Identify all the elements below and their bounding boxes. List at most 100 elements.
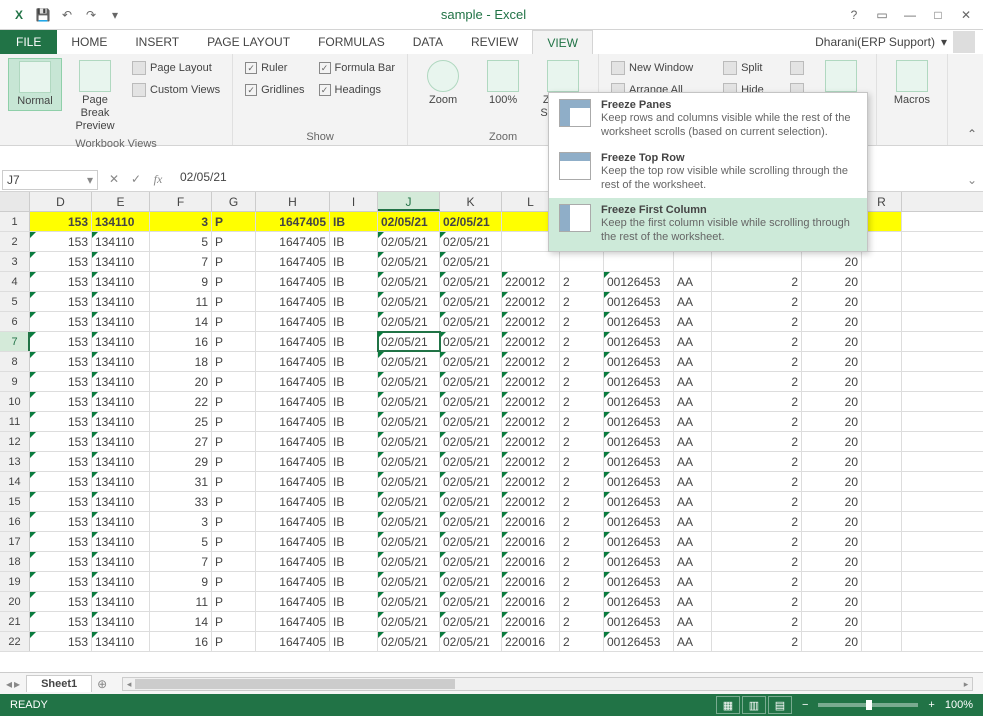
cell[interactable]: 9 (150, 272, 212, 291)
row-header[interactable]: 12 (0, 432, 30, 451)
cell[interactable]: 1647405 (256, 292, 330, 311)
freeze-top-row-option[interactable]: Freeze Top RowKeep the top row visible w… (549, 146, 867, 199)
cell[interactable]: IB (330, 632, 378, 651)
cell[interactable]: 1647405 (256, 232, 330, 251)
row-header[interactable]: 20 (0, 592, 30, 611)
cell[interactable]: 134110 (92, 412, 150, 431)
cell[interactable]: 2 (560, 492, 604, 511)
row-header[interactable]: 4 (0, 272, 30, 291)
cell[interactable]: 11 (150, 592, 212, 611)
cell[interactable]: P (212, 452, 256, 471)
cell[interactable]: 1647405 (256, 552, 330, 571)
cell[interactable]: 153 (30, 612, 92, 631)
cell[interactable]: P (212, 292, 256, 311)
page-break-button[interactable]: Page Break Preview (68, 58, 122, 136)
cell[interactable]: 1647405 (256, 632, 330, 651)
cell[interactable]: 20 (802, 332, 862, 351)
row-header[interactable]: 9 (0, 372, 30, 391)
cell[interactable]: 2 (560, 592, 604, 611)
cell[interactable]: 220016 (502, 592, 560, 611)
cell[interactable]: 134110 (92, 372, 150, 391)
cell[interactable]: P (212, 492, 256, 511)
cell[interactable]: 1647405 (256, 492, 330, 511)
custom-views-button[interactable]: Custom Views (128, 80, 224, 100)
cell[interactable]: P (212, 472, 256, 491)
zoom-button[interactable]: Zoom (416, 58, 470, 109)
cell[interactable]: 20 (802, 252, 862, 271)
name-box-dropdown-icon[interactable]: ▾ (87, 173, 93, 187)
user-name[interactable]: Dharani(ERP Support) (815, 35, 935, 49)
cell[interactable]: 20 (802, 612, 862, 631)
cell[interactable]: 1647405 (256, 432, 330, 451)
cell[interactable] (674, 252, 712, 271)
cell[interactable] (862, 432, 902, 451)
cell[interactable]: 02/05/21 (378, 412, 440, 431)
excel-icon[interactable]: X (8, 4, 30, 26)
cell[interactable]: 20 (802, 532, 862, 551)
cell[interactable]: 00126453 (604, 272, 674, 291)
cell[interactable]: P (212, 532, 256, 551)
cell[interactable]: 00126453 (604, 512, 674, 531)
cell[interactable]: 2 (712, 412, 802, 431)
formula-expand-icon[interactable]: ⌄ (961, 173, 983, 187)
cell[interactable]: IB (330, 592, 378, 611)
cell[interactable] (862, 312, 902, 331)
cell[interactable]: 02/05/21 (440, 532, 502, 551)
cell[interactable]: IB (330, 272, 378, 291)
cell[interactable] (502, 252, 560, 271)
cell[interactable]: 33 (150, 492, 212, 511)
cell[interactable]: AA (674, 512, 712, 531)
cell[interactable]: 2 (560, 352, 604, 371)
cell[interactable]: 134110 (92, 532, 150, 551)
cell[interactable]: 2 (712, 472, 802, 491)
cell[interactable]: AA (674, 412, 712, 431)
row-header[interactable]: 1 (0, 212, 30, 231)
cell[interactable]: P (212, 272, 256, 291)
cell[interactable]: 02/05/21 (378, 372, 440, 391)
cell[interactable]: 02/05/21 (440, 612, 502, 631)
cell[interactable]: 00126453 (604, 452, 674, 471)
cell[interactable]: 20 (802, 292, 862, 311)
cell[interactable]: 18 (150, 352, 212, 371)
cell[interactable]: 00126453 (604, 572, 674, 591)
save-icon[interactable]: 💾 (32, 4, 54, 26)
cell[interactable] (862, 212, 902, 231)
cell[interactable]: 27 (150, 432, 212, 451)
horizontal-scrollbar[interactable]: ◂ ▸ (122, 677, 973, 691)
tab-file[interactable]: FILE (0, 30, 57, 54)
cell[interactable]: 134110 (92, 592, 150, 611)
cell[interactable]: 1647405 (256, 372, 330, 391)
cell[interactable]: 5 (150, 232, 212, 251)
cell[interactable]: AA (674, 492, 712, 511)
row-header[interactable]: 7 (0, 332, 30, 351)
column-header-G[interactable]: G (212, 192, 256, 211)
cell[interactable]: IB (330, 572, 378, 591)
tab-insert[interactable]: INSERT (121, 30, 193, 54)
cell[interactable]: IB (330, 252, 378, 271)
cell[interactable]: AA (674, 452, 712, 471)
cell[interactable]: AA (674, 392, 712, 411)
cell[interactable]: 20 (802, 312, 862, 331)
user-dropdown-icon[interactable]: ▾ (941, 35, 947, 49)
cell[interactable]: 134110 (92, 572, 150, 591)
cell[interactable]: 220012 (502, 392, 560, 411)
cell[interactable]: 20 (802, 492, 862, 511)
cell[interactable]: 134110 (92, 292, 150, 311)
row-header[interactable]: 19 (0, 572, 30, 591)
cell[interactable]: 1647405 (256, 452, 330, 471)
cell[interactable]: 20 (802, 392, 862, 411)
formula-bar-checkbox[interactable]: ✓Formula Bar (315, 58, 400, 78)
cell[interactable]: 153 (30, 412, 92, 431)
cell[interactable]: 2 (712, 612, 802, 631)
cell[interactable]: AA (674, 632, 712, 651)
cell[interactable] (862, 472, 902, 491)
cell[interactable]: 153 (30, 472, 92, 491)
cell[interactable]: 20 (802, 452, 862, 471)
cell[interactable]: 220012 (502, 272, 560, 291)
enter-icon[interactable]: ✓ (126, 172, 146, 187)
cell[interactable]: 20 (802, 552, 862, 571)
cell[interactable]: 00126453 (604, 632, 674, 651)
cell[interactable]: P (212, 432, 256, 451)
cell[interactable]: 1647405 (256, 572, 330, 591)
cell[interactable]: P (212, 392, 256, 411)
